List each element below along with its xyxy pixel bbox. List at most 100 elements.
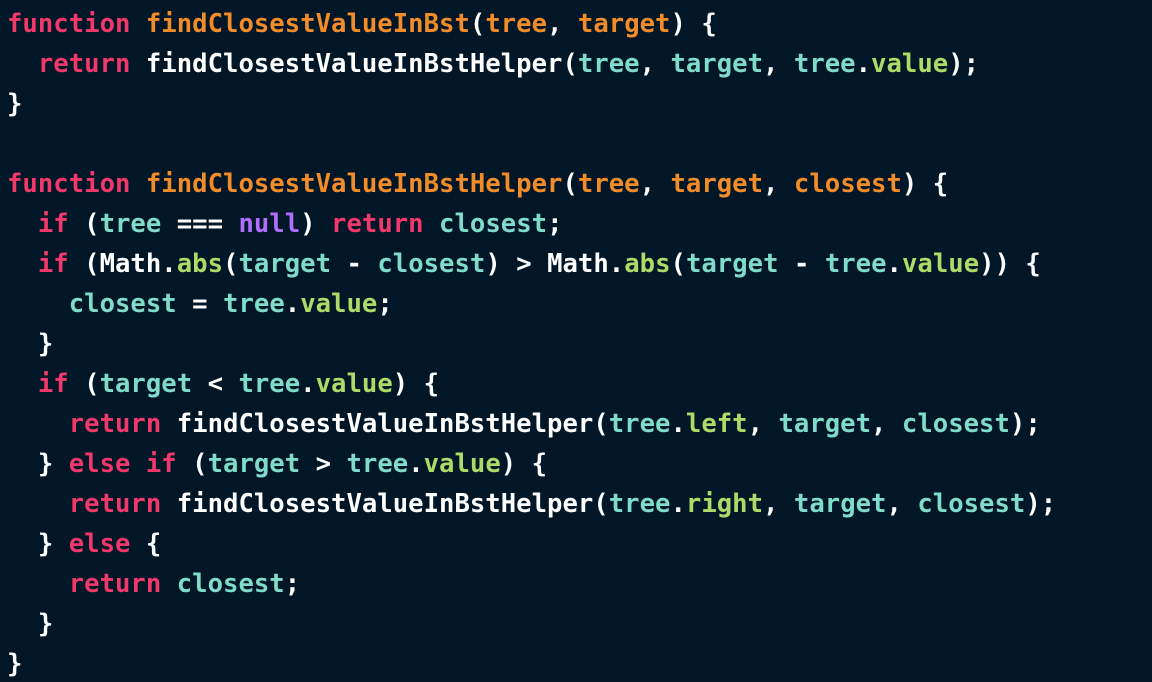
code-token-identifier: tree: [608, 489, 671, 519]
code-token-property: value: [315, 369, 393, 399]
code-token-punctuation: ,: [886, 489, 918, 519]
code-token-keyword: else: [68, 449, 131, 479]
code-token-keyword: function: [7, 169, 131, 199]
code-line[interactable]: }: [7, 604, 1152, 644]
code-token-identifier: target: [793, 489, 887, 519]
code-token-punctuation: )) {: [979, 249, 1041, 279]
code-token-punctuation: .: [670, 489, 686, 519]
code-line[interactable]: } else {: [7, 524, 1152, 564]
code-token-punctuation: );: [948, 49, 980, 79]
code-token-function-name: tree: [577, 169, 640, 199]
code-token-identifier: tree: [223, 289, 285, 319]
code-token-punctuation: [424, 209, 439, 239]
code-token-punctuation: [161, 569, 176, 599]
code-token-punctuation: [7, 489, 69, 519]
code-token-keyword: else: [68, 529, 131, 559]
code-token-identifier: tree: [99, 209, 162, 239]
code-editor[interactable]: function findClosestValueInBst(tree, tar…: [0, 0, 1152, 682]
code-token-property: value: [871, 49, 949, 79]
code-token-property: value: [423, 449, 501, 479]
code-line[interactable]: }: [7, 84, 1152, 124]
code-line[interactable]: return findClosestValueInBstHelper(tree.…: [7, 484, 1152, 524]
code-token-punctuation: ,: [547, 9, 578, 39]
code-token-null-literal: null: [238, 209, 301, 239]
code-token-punctuation: [7, 209, 38, 239]
code-token-punctuation: [7, 289, 69, 319]
code-token-punctuation: }: [7, 609, 54, 639]
code-token-punctuation: -: [331, 249, 378, 279]
code-token-punctuation: {: [130, 529, 162, 559]
code-token-property: right: [685, 489, 764, 519]
code-line[interactable]: return findClosestValueInBstHelper(tree.…: [7, 404, 1152, 444]
code-token-keyword: return: [68, 489, 162, 519]
code-token-punctuation: ): [300, 209, 332, 239]
code-token-property: value: [300, 289, 378, 319]
code-line[interactable]: function findClosestValueInBstHelper(tre…: [7, 164, 1152, 204]
code-token-punctuation: (: [68, 369, 100, 399]
code-token-punctuation: ,: [871, 409, 902, 439]
code-token-function-name: closest: [793, 169, 902, 199]
code-token-keyword: return: [68, 409, 162, 439]
code-line[interactable]: }: [7, 324, 1152, 364]
code-line[interactable]: if (tree === null) return closest;: [7, 204, 1152, 244]
code-line[interactable]: if (target < tree.value) {: [7, 364, 1152, 404]
code-token-keyword: if: [37, 249, 69, 279]
code-token-punctuation: >: [300, 449, 347, 479]
code-line[interactable]: if (Math.abs(target - closest) > Math.ab…: [7, 244, 1152, 284]
code-token-punctuation: ,: [763, 49, 794, 79]
code-token-punctuation: (: [176, 449, 208, 479]
code-line[interactable]: } else if (target > tree.value) {: [7, 444, 1152, 484]
code-token-punctuation: ,: [747, 409, 779, 439]
code-token-punctuation: ,: [639, 49, 671, 79]
code-line[interactable]: function findClosestValueInBst(tree, tar…: [7, 4, 1152, 44]
code-line[interactable]: return findClosestValueInBstHelper(tree,…: [7, 44, 1152, 84]
code-token-punctuation: (: [670, 249, 686, 279]
code-token-punctuation: [7, 49, 38, 79]
code-token-punctuation: (: [68, 209, 100, 239]
code-token-punctuation: ;: [377, 289, 393, 319]
code-token-punctuation: ,: [639, 169, 671, 199]
code-token-punctuation: [7, 409, 69, 439]
code-token-identifier: closest: [68, 289, 177, 319]
code-token-punctuation: .: [886, 249, 902, 279]
code-token-punctuation: findClosestValueInBstHelper(: [161, 489, 609, 519]
code-token-property: left: [685, 409, 748, 439]
code-token-property: abs: [624, 249, 671, 279]
code-token-punctuation: ) {: [901, 169, 949, 199]
code-token-identifier: target: [778, 409, 872, 439]
code-token-punctuation: ;: [547, 209, 563, 239]
code-token-identifier: tree: [346, 449, 409, 479]
code-token-identifier: tree: [238, 369, 301, 399]
code-token-identifier: closest: [176, 569, 285, 599]
code-token-punctuation: ) {: [670, 9, 717, 39]
code-token-punctuation: );: [1025, 489, 1057, 519]
code-token-punctuation: ;: [284, 569, 301, 599]
code-token-punctuation: [130, 449, 145, 479]
code-line[interactable]: ​: [7, 124, 1152, 164]
code-token-keyword: return: [37, 49, 131, 79]
code-token-punctuation: ) {: [500, 449, 548, 479]
code-token-function-name: tree: [485, 9, 548, 39]
code-token-function-name: target: [670, 169, 764, 199]
code-token-punctuation: findClosestValueInBstHelper(: [130, 49, 578, 79]
code-token-keyword: if: [37, 209, 69, 239]
code-block[interactable]: function findClosestValueInBst(tree, tar…: [7, 4, 1152, 682]
code-token-punctuation: ,: [763, 489, 794, 519]
code-token-punctuation: .: [855, 49, 872, 79]
code-token-keyword: return: [331, 209, 424, 239]
code-token-identifier: closest: [917, 489, 1026, 519]
code-token-keyword: return: [68, 569, 162, 599]
code-line[interactable]: closest = tree.value;: [7, 284, 1152, 324]
code-token-function-name: target: [577, 9, 671, 39]
code-token-identifier: tree: [608, 409, 671, 439]
code-token-punctuation: );: [1009, 409, 1041, 439]
code-token-punctuation: [130, 9, 145, 39]
code-token-identifier: closest: [901, 409, 1010, 439]
code-token-punctuation: (: [223, 249, 239, 279]
code-token-punctuation: [7, 569, 69, 599]
code-token-identifier: closest: [377, 249, 486, 279]
code-token-identifier: closest: [439, 209, 548, 239]
code-line[interactable]: }: [7, 644, 1152, 682]
code-token-function-name: findClosestValueInBstHelper: [145, 169, 563, 199]
code-line[interactable]: return closest;: [7, 564, 1152, 604]
